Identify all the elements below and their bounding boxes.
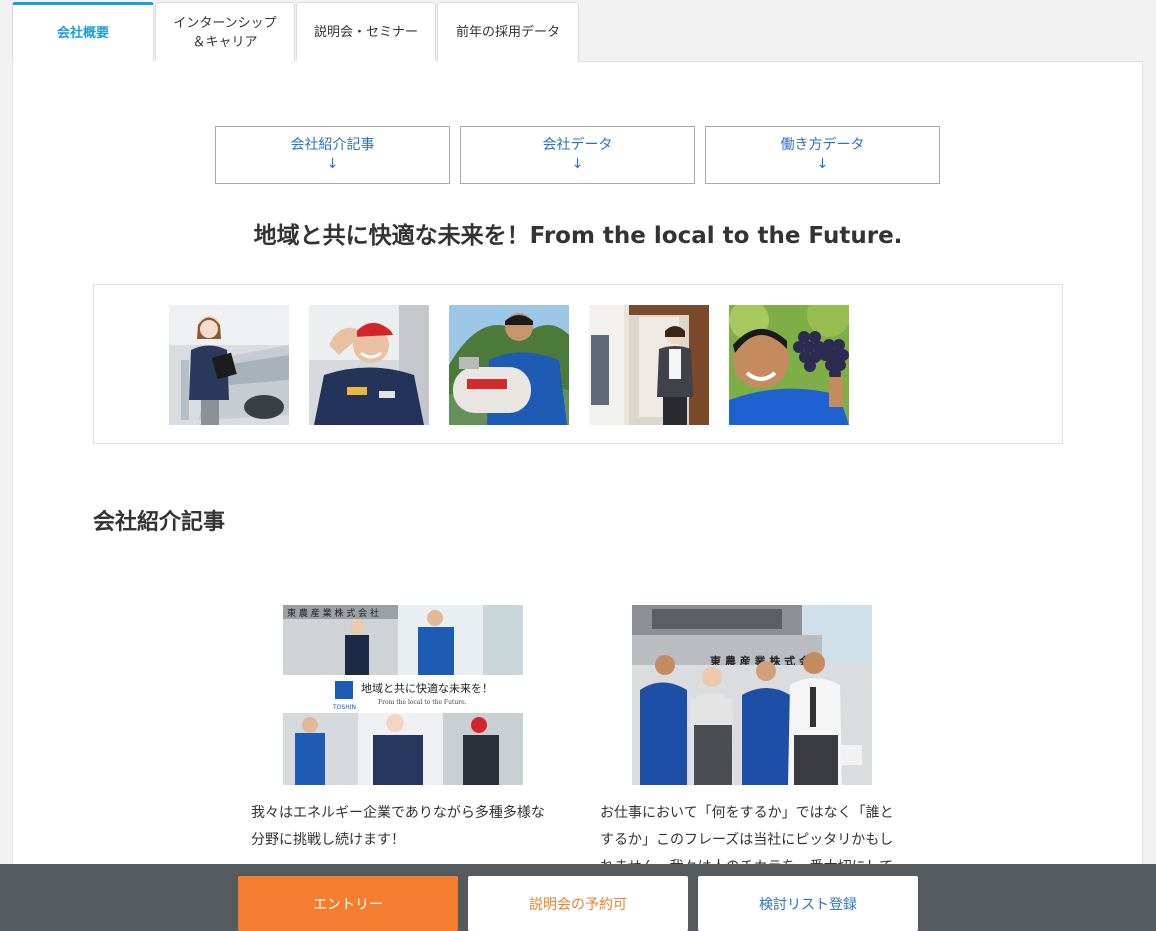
banner-title-text: 地域と共に快適な未来を！ [361, 681, 493, 695]
add-to-list-button[interactable]: 検討リスト登録 [698, 876, 918, 931]
banner-subtitle-text: From the local to the Future. [378, 699, 467, 706]
anchor-company-data-button[interactable]: 会社データ ↓ [460, 126, 695, 184]
arrow-down-icon: ↓ [571, 156, 584, 172]
anchor-company-articles-button[interactable]: 会社紹介記事 ↓ [215, 126, 450, 184]
tab-company-overview[interactable]: 会社概要 [12, 2, 154, 62]
staff-photo[interactable] [589, 305, 709, 425]
tab-label: インターンシップ ＆キャリア [173, 15, 277, 50]
content-panel [12, 61, 1143, 931]
tab-seminar[interactable]: 説明会・セミナー [296, 2, 436, 62]
staff-photo[interactable] [309, 305, 429, 425]
tab-hiring-data[interactable]: 前年の採用データ [437, 2, 579, 62]
tab-label: 会社概要 [56, 26, 109, 41]
tab-internship-career[interactable]: インターンシップ ＆キャリア [155, 2, 295, 62]
staff-photo[interactable] [169, 305, 289, 425]
article-image[interactable]: 東 農 産 業 株 式 会 社 TOSHIN 地域と共に快適な未来を！ From… [283, 605, 523, 785]
banner-sign-text: 東 農 産 業 株 式 会 社 [287, 607, 379, 619]
staff-photo[interactable] [449, 305, 569, 425]
anchor-work-style-data-button[interactable]: 働き方データ ↓ [705, 126, 940, 184]
staff-photo[interactable] [729, 305, 849, 425]
article-summary[interactable]: 我々はエネルギー企業でありながら多種多様な分野に挑戦し続けます！ [251, 800, 551, 854]
anchor-label: 会社データ [542, 137, 613, 153]
anchor-nav: 会社紹介記事 ↓ 会社データ ↓ 働き方データ ↓ [215, 126, 950, 184]
logo-text: TOSHIN [332, 704, 356, 711]
anchor-label: 会社紹介記事 [290, 137, 375, 153]
panel-divider [578, 61, 1143, 62]
arrow-down-icon: ↓ [326, 156, 339, 172]
article-summary[interactable]: お仕事において「何をするか」ではなく「誰とするか」このフレーズは当社にピッタリか… [600, 800, 900, 864]
seminar-reservation-button[interactable]: 説明会の予約可 [468, 876, 688, 931]
page-tagline: 地域と共に快適な未来を！From the local to the Future… [253, 223, 903, 249]
entry-button[interactable]: エントリー [238, 876, 458, 931]
tab-bar: 会社概要 インターンシップ ＆キャリア 説明会・セミナー 前年の採用データ [12, 2, 580, 62]
anchor-label: 働き方データ [780, 137, 865, 153]
section-title: 会社紹介記事 [93, 510, 226, 535]
arrow-down-icon: ↓ [816, 156, 829, 172]
tab-label: 前年の採用データ [455, 25, 560, 40]
article-image[interactable]: 東 農 産 業 株 式 会 社 [632, 605, 872, 785]
tab-label: 説明会・セミナー [313, 25, 418, 40]
